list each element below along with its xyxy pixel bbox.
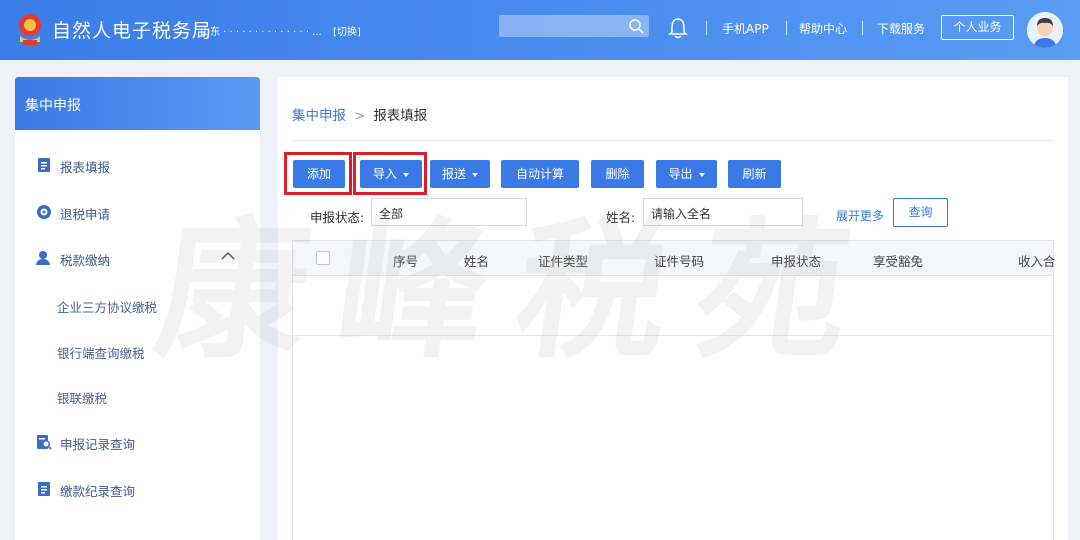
mobile-app-link[interactable]: 手机APP xyxy=(722,20,769,37)
column-header: 姓名 xyxy=(464,254,490,269)
sidebar-item-label: 申报记录查询 xyxy=(60,437,136,452)
column-header: 享受豁免 xyxy=(873,254,924,269)
document-icon xyxy=(38,158,50,172)
chevron-up-icon[interactable] xyxy=(220,250,236,262)
sidebar-item-payment-records[interactable]: 缴款纪录查询 xyxy=(15,476,260,504)
select-all-checkbox[interactable] xyxy=(316,251,330,265)
highlight-box-import xyxy=(353,152,427,195)
breadcrumb-separator: > xyxy=(354,108,366,124)
delete-button-label: 删除 xyxy=(605,167,630,181)
divider xyxy=(292,140,1054,141)
bell-icon[interactable] xyxy=(668,17,688,39)
caret-down-icon xyxy=(698,172,705,177)
avatar-icon xyxy=(1027,12,1063,48)
breadcrumb: 集中申报 > 报表填报 xyxy=(292,104,427,124)
refund-icon xyxy=(37,205,51,219)
user-pay-icon xyxy=(36,251,50,265)
refresh-button-label: 刷新 xyxy=(742,167,767,181)
switch-region-link[interactable]: [切换] xyxy=(333,23,361,38)
highlight-box-add xyxy=(284,152,352,195)
data-table: 序号 姓名 证件类型 证件号码 申报状态 享受豁免 收入合 xyxy=(292,240,1056,540)
query-button[interactable]: 查询 xyxy=(893,198,948,227)
name-filter-input[interactable]: 请输入全名 xyxy=(643,198,803,226)
document-icon xyxy=(38,482,50,496)
avatar[interactable] xyxy=(1027,12,1063,48)
sidebar-item-refund[interactable]: 退税申请 xyxy=(15,199,260,227)
auto-calc-button-label: 自动计算 xyxy=(515,167,564,181)
expand-more-link[interactable]: 展开更多 xyxy=(836,207,884,224)
submit-button[interactable]: 报送 xyxy=(430,160,490,188)
refresh-button[interactable]: 刷新 xyxy=(728,160,781,188)
sidebar: 集中申报 报表填报 退税申请 税款缴纳 企业三方协议缴税 银行端查询缴税 银联缴… xyxy=(15,77,260,540)
help-center-link[interactable]: 帮助中心 xyxy=(799,20,847,37)
sidebar-subitem-bank-query[interactable]: 银行端查询缴税 xyxy=(57,343,145,362)
search-input[interactable] xyxy=(499,15,649,37)
sidebar-item-report-records[interactable]: 申报记录查询 xyxy=(15,429,260,457)
submit-button-label: 报送 xyxy=(441,167,466,181)
sidebar-item-label: 税款缴纳 xyxy=(60,253,111,268)
header-separator xyxy=(862,21,863,35)
tax-emblem-icon xyxy=(19,14,41,45)
search-document-icon xyxy=(37,435,52,450)
top-header: 自然人电子税务局 山东 · · · · · · · · · · · · · · … xyxy=(0,0,1080,60)
sidebar-item-report-fill[interactable]: 报表填报 xyxy=(15,152,260,180)
site-title: 自然人电子税务局 xyxy=(52,20,213,42)
sidebar-item-label: 退税申请 xyxy=(60,207,111,222)
auto-calc-button[interactable]: 自动计算 xyxy=(501,160,579,188)
name-filter-label: 姓名: xyxy=(606,210,636,225)
column-header: 序号 xyxy=(393,254,419,269)
column-header: 收入合 xyxy=(1018,254,1056,269)
region-label: 山东 · · · · · · · · · · · · · · ... xyxy=(200,27,322,38)
main-panel: 集中申报 > 报表填报 添加 导入 报送 自动计算 删除 导出 刷新 申报状态: 全… xyxy=(278,77,1068,540)
export-button[interactable]: 导出 xyxy=(656,160,717,188)
sidebar-item-label: 缴款纪录查询 xyxy=(60,484,136,499)
column-header: 申报状态 xyxy=(771,254,822,269)
sidebar-item-label: 报表填报 xyxy=(60,160,111,175)
column-header: 证件类型 xyxy=(538,254,589,269)
status-filter-select[interactable]: 全部 xyxy=(371,198,527,226)
table-header: 序号 姓名 证件类型 证件号码 申报状态 享受豁免 收入合 xyxy=(293,241,1056,276)
status-filter-label: 申报状态: xyxy=(310,210,365,225)
export-button-label: 导出 xyxy=(668,167,693,181)
search-icon[interactable] xyxy=(627,17,645,35)
download-link[interactable]: 下载服务 xyxy=(877,20,925,37)
header-separator xyxy=(786,21,787,35)
delete-button[interactable]: 删除 xyxy=(591,160,644,188)
table-row-divider xyxy=(293,335,1053,336)
sidebar-title[interactable]: 集中申报 xyxy=(15,77,260,130)
sidebar-subitem-unionpay[interactable]: 银联缴税 xyxy=(57,388,107,407)
caret-down-icon xyxy=(472,172,478,177)
sidebar-subitem-tripartite[interactable]: 企业三方协议缴税 xyxy=(57,297,157,316)
breadcrumb-current: 报表填报 xyxy=(373,108,428,124)
header-separator xyxy=(706,21,707,35)
column-header: 证件号码 xyxy=(654,254,705,269)
breadcrumb-home-link[interactable]: 集中申报 xyxy=(292,108,346,124)
personal-business-button[interactable]: 个人业务 xyxy=(941,15,1014,40)
